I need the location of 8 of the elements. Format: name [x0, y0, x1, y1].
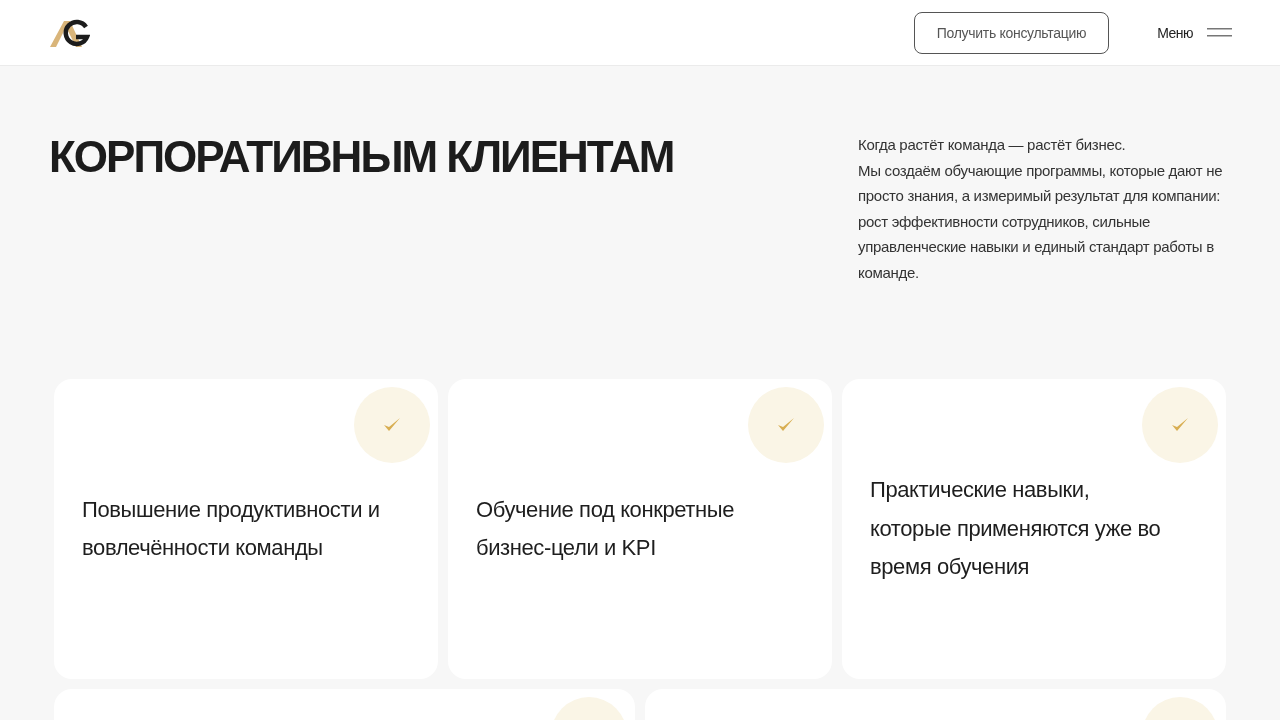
page-title: КОРПОРАТИВНЫМ КЛИЕНТАМ — [49, 132, 674, 183]
menu-button[interactable]: Меню — [1157, 24, 1232, 41]
card-text: Повышение продуктивности и вовлечённости команды — [82, 495, 381, 562]
consultation-button[interactable]: Получить консультацию — [913, 11, 1110, 54]
card-text: Практические навыки, которые применяются уже во время обучения — [870, 476, 1162, 582]
intro-text: Когда растёт команда — растёт бизнес. — [858, 135, 1127, 155]
card-text: Обучение под конкретные бизнес-цели и KPI — [476, 495, 736, 562]
description-text: Мы создаём обучающие программы, которые дают не просто знания, а измеримый результат для компании: рост эффективности сотрудников, сильные управленческие навыки и единый стандарт работы в команде. — [858, 160, 1224, 283]
